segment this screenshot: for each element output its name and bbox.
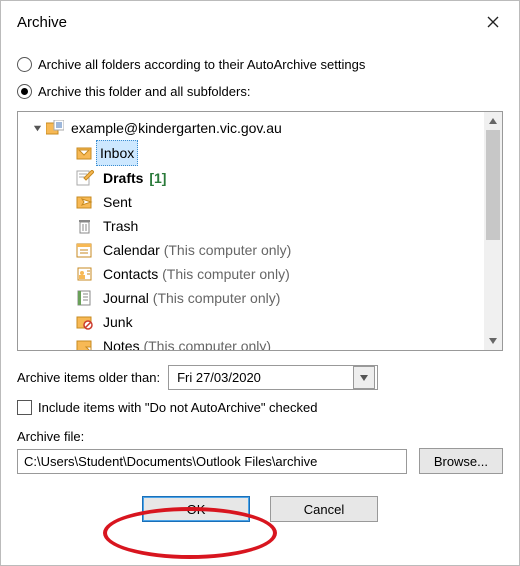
notes-icon: [76, 338, 94, 350]
browse-button-label: Browse...: [434, 454, 488, 469]
contacts-icon: [76, 266, 94, 282]
tree-root-account[interactable]: example@kindergarten.vic.gov.au: [18, 116, 484, 140]
older-than-label: Archive items older than:: [17, 370, 160, 385]
ok-button[interactable]: OK: [142, 496, 250, 522]
tree-root-label: example@kindergarten.vic.gov.au: [68, 116, 285, 140]
titlebar: Archive: [1, 1, 519, 43]
tree-item-contacts[interactable]: Contacts (This computer only): [18, 262, 484, 286]
trash-icon: [76, 218, 94, 234]
tree-item-notes[interactable]: Notes (This computer only): [18, 334, 484, 350]
sent-icon: [76, 194, 94, 210]
chevron-down-icon: [32, 124, 42, 133]
close-icon: [487, 16, 499, 28]
scrollbar-thumb[interactable]: [486, 130, 500, 240]
tree-item-inbox[interactable]: Inbox: [18, 140, 484, 166]
browse-button[interactable]: Browse...: [419, 448, 503, 474]
archive-file-path-value: C:\Users\Student\Documents\Outlook Files…: [24, 454, 317, 469]
journal-icon: [76, 290, 94, 306]
drafts-icon: [76, 170, 94, 186]
older-than-combo[interactable]: Fri 27/03/2020: [168, 365, 378, 390]
older-than-row: Archive items older than: Fri 27/03/2020: [17, 365, 503, 390]
calendar-icon: [76, 242, 94, 258]
tree-item-sent[interactable]: Sent: [18, 190, 484, 214]
tree-item-label: Journal: [103, 290, 149, 306]
tree-item-calendar[interactable]: Calendar (This computer only): [18, 238, 484, 262]
local-suffix: (This computer only): [140, 338, 271, 350]
tree-item-trash[interactable]: Trash: [18, 214, 484, 238]
ok-button-label: OK: [187, 502, 206, 517]
tree-item-label: Notes: [103, 338, 140, 350]
checkbox-icon: [17, 400, 32, 415]
folder-tree: example@kindergarten.vic.gov.au Inbox: [17, 111, 503, 351]
dialog-body: Archive all folders according to their A…: [1, 43, 519, 565]
include-no-autoarchive-checkbox[interactable]: Include items with "Do not AutoArchive" …: [17, 400, 503, 415]
option-archive-all[interactable]: Archive all folders according to their A…: [17, 57, 503, 72]
folder-tree-content: example@kindergarten.vic.gov.au Inbox: [18, 112, 484, 350]
tree-item-label: Calendar: [103, 242, 160, 258]
option-archive-all-label: Archive all folders according to their A…: [38, 57, 365, 72]
archive-dialog: Archive Archive all folders according to…: [0, 0, 520, 566]
dialog-button-row: OK Cancel: [17, 496, 503, 522]
tree-item-label: Drafts: [103, 170, 143, 186]
radio-icon: [17, 84, 32, 99]
tree-item-label: Trash: [100, 214, 141, 238]
tree-item-label: Sent: [100, 190, 135, 214]
local-suffix: (This computer only): [158, 266, 289, 282]
tree-item-drafts[interactable]: Drafts [1]: [18, 166, 484, 190]
archive-file-row: C:\Users\Student\Documents\Outlook Files…: [17, 448, 503, 474]
tree-item-label: Inbox: [96, 140, 138, 166]
local-suffix: (This computer only): [149, 290, 280, 306]
junk-icon: [76, 314, 94, 330]
cancel-button[interactable]: Cancel: [270, 496, 378, 522]
option-archive-this[interactable]: Archive this folder and all subfolders:: [17, 84, 503, 99]
older-than-value: Fri 27/03/2020: [177, 370, 261, 385]
inbox-icon: [76, 145, 94, 161]
tree-item-label: Junk: [100, 310, 136, 334]
scroll-up-arrow[interactable]: [484, 112, 502, 130]
tree-item-journal[interactable]: Journal (This computer only): [18, 286, 484, 310]
local-suffix: (This computer only): [160, 242, 291, 258]
vertical-scrollbar[interactable]: [484, 112, 502, 350]
cancel-button-label: Cancel: [304, 502, 344, 517]
archive-file-path-input[interactable]: C:\Users\Student\Documents\Outlook Files…: [17, 449, 407, 474]
dropdown-arrow-icon[interactable]: [353, 366, 375, 389]
archive-file-label: Archive file:: [17, 429, 503, 444]
drafts-count: [1]: [149, 170, 166, 186]
include-checkbox-label: Include items with "Do not AutoArchive" …: [38, 400, 317, 415]
tree-item-junk[interactable]: Junk: [18, 310, 484, 334]
scrollbar-track[interactable]: [484, 130, 502, 332]
window-title: Archive: [17, 14, 67, 31]
scroll-down-arrow[interactable]: [484, 332, 502, 350]
tree-item-label: Contacts: [103, 266, 158, 282]
account-icon: [46, 120, 64, 136]
close-button[interactable]: [471, 6, 515, 38]
option-archive-this-label: Archive this folder and all subfolders:: [38, 84, 250, 99]
radio-icon: [17, 57, 32, 72]
